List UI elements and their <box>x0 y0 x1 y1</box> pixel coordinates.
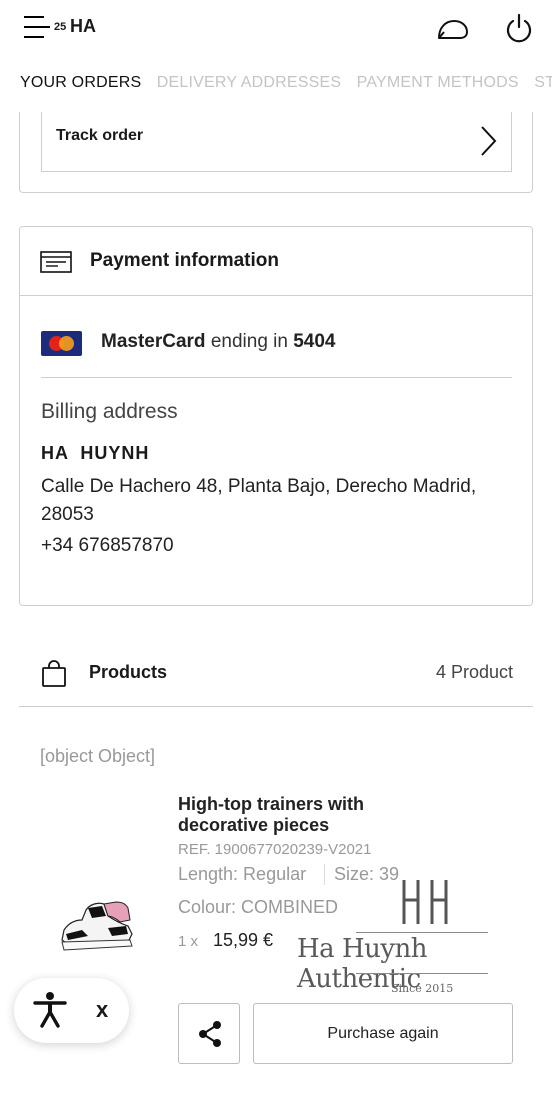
shipment-label: [object Object] <box>40 746 156 766</box>
divider <box>41 377 512 378</box>
payment-info-title: Payment information <box>90 250 279 271</box>
header: 25 HA <box>0 0 552 56</box>
track-order-button[interactable]: Track order <box>41 112 512 172</box>
product-name[interactable]: High-top trainers with decorative pieces <box>178 794 438 836</box>
product-size: Size: 39 <box>324 864 399 885</box>
accessibility-icon[interactable] <box>32 991 68 1029</box>
billing-address: Calle De Hachero 48, Planta Bajo, Derech… <box>41 476 477 525</box>
account-tabs: YOUR ORDERS DELIVERY ADDRESSES PAYMENT M… <box>20 74 552 96</box>
card-summary: MasterCard ending in 5404 <box>101 331 336 353</box>
shopping-bag-icon <box>42 660 66 687</box>
product-colour: Colour: COMBINED <box>178 897 339 917</box>
product-quantity: 1 x <box>178 933 199 950</box>
watermark-logo-icon <box>402 880 448 924</box>
product-length: Length: Regular <box>178 864 307 884</box>
product-price: 15,99 € <box>213 930 274 950</box>
products-count: 4 Product <box>435 662 513 682</box>
card-brand: MasterCard <box>101 331 206 352</box>
billing-phone: +34 676857870 <box>41 535 174 556</box>
product-image[interactable] <box>58 890 140 956</box>
cart-count: 25 <box>54 21 67 33</box>
accessibility-close-button[interactable]: x <box>96 997 108 1023</box>
watermark-rule-bottom <box>356 973 488 974</box>
card-last4: 5404 <box>293 331 336 352</box>
products-header: Products 4 Product <box>19 640 533 707</box>
credit-card-icon <box>40 251 72 273</box>
tab-payment-methods[interactable]: PAYMENT METHODS <box>357 74 519 92</box>
tab-delivery-addresses[interactable]: DELIVERY ADDRESSES <box>157 74 341 92</box>
accessibility-widget: x <box>14 978 129 1043</box>
tab-your-orders[interactable]: YOUR ORDERS <box>20 74 141 92</box>
payment-info-card: Payment information MasterCard ending in… <box>19 226 533 606</box>
track-order-label: Track order <box>56 127 144 144</box>
billing-address-title: Billing address <box>41 400 178 423</box>
billing-name: HA HUYNH <box>41 443 150 463</box>
power-icon[interactable] <box>502 12 536 46</box>
purchase-again-button[interactable]: Purchase again <box>253 1003 513 1064</box>
user-initials[interactable]: HA <box>70 16 96 37</box>
mastercard-icon <box>41 331 82 356</box>
product-ref: REF. 1900677020239-V2021 <box>178 841 372 858</box>
chat-icon[interactable] <box>436 12 470 46</box>
payment-info-header: Payment information <box>20 227 532 296</box>
menu-icon[interactable] <box>24 14 52 40</box>
watermark-rule-top <box>356 932 488 933</box>
products-title: Products <box>89 662 168 682</box>
share-icon <box>199 1021 221 1047</box>
card-ending-text: ending in <box>210 331 288 352</box>
tab-store-purchases[interactable]: STORE PURCHASES <box>534 74 552 92</box>
share-button[interactable] <box>178 1003 240 1064</box>
watermark-since: Since 2015 <box>391 982 454 995</box>
chevron-right-icon <box>481 126 497 156</box>
